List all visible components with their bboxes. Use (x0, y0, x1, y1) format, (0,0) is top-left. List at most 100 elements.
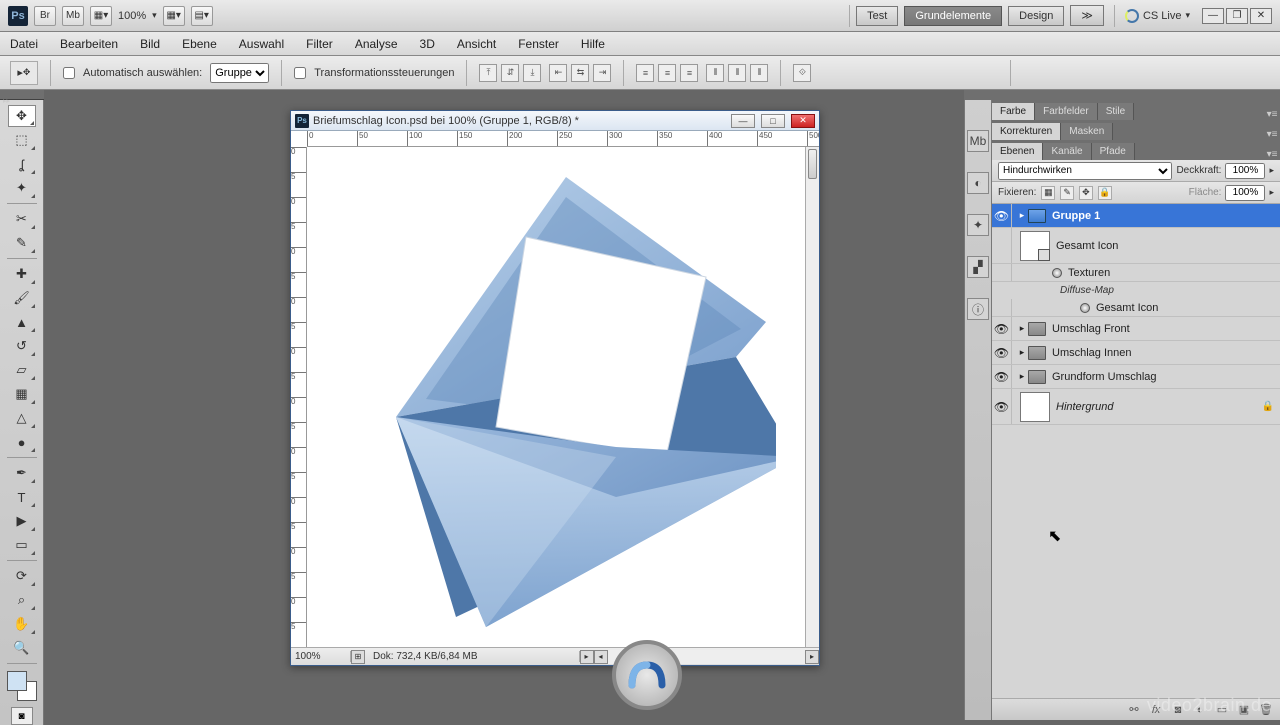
tab-korrekturen[interactable]: Korrekturen (992, 123, 1061, 140)
lock-brush-icon[interactable]: ✎ (1060, 186, 1074, 200)
menu-hilfe[interactable]: Hilfe (577, 35, 609, 53)
crop-tool[interactable]: ✂ (8, 208, 36, 230)
align-hcenter-icon[interactable]: ⇆ (571, 64, 589, 82)
lock-all-icon[interactable]: 🔒 (1098, 186, 1112, 200)
lock-pixels-icon[interactable]: ▦ (1041, 186, 1055, 200)
tab-kanaele[interactable]: Kanäle (1043, 143, 1091, 160)
scroll-right-button[interactable]: ▸ (805, 650, 819, 664)
navigator-panel-icon[interactable]: ✦ (967, 214, 989, 236)
cslive-button[interactable]: CS Live▾ (1125, 9, 1190, 23)
visibility-toggle[interactable] (992, 228, 1012, 263)
layer-thumbnail[interactable] (1020, 231, 1050, 261)
link-layers-icon[interactable]: ⚯ (1126, 702, 1142, 718)
fill-input[interactable] (1225, 185, 1265, 201)
layer-thumbnail[interactable] (1020, 392, 1050, 422)
transform-controls-checkbox[interactable] (294, 67, 306, 79)
minibridge-panel-icon[interactable]: Mb (967, 130, 989, 152)
visibility-toggle[interactable] (992, 299, 1012, 316)
tab-ebenen[interactable]: Ebenen (992, 143, 1043, 160)
auto-align-icon[interactable]: ⟐ (793, 64, 811, 82)
pen-tool[interactable]: ✒ (8, 462, 36, 484)
window-close-button[interactable]: ✕ (1250, 8, 1272, 24)
type-tool[interactable]: T (8, 486, 36, 508)
layer-gesamt-icon-sub[interactable]: Gesamt Icon (992, 299, 1280, 317)
move-tool-preset-icon[interactable]: ▸✥ (10, 61, 38, 85)
window-minimize-button[interactable]: — (1202, 8, 1224, 24)
fill-flyout-icon[interactable]: ▸ (1269, 187, 1274, 198)
dist-top-icon[interactable]: ≡ (636, 64, 654, 82)
window-restore-button[interactable]: ❐ (1226, 8, 1248, 24)
menu-datei[interactable]: Datei (6, 35, 42, 53)
zoom-display[interactable]: 100% (118, 10, 146, 22)
stamp-tool[interactable]: ▲ (8, 311, 36, 333)
visibility-toggle[interactable]: 👁 (992, 204, 1012, 227)
eyedropper-tool[interactable]: ✎ (8, 232, 36, 254)
menu-fenster[interactable]: Fenster (514, 35, 563, 53)
panel-group1-menu-icon[interactable]: ▾≡ (1264, 109, 1280, 120)
menu-analyse[interactable]: Analyse (351, 35, 402, 53)
layer-hintergrund[interactable]: 👁 Hintergrund 🔒 (992, 389, 1280, 425)
status-menu-icon[interactable]: ⊞ (351, 650, 365, 664)
vertical-scrollbar[interactable] (805, 147, 819, 647)
toolbox-header[interactable] (0, 90, 44, 100)
menu-filter[interactable]: Filter (302, 35, 337, 53)
visibility-toggle[interactable]: 👁 (992, 365, 1012, 388)
opacity-input[interactable] (1225, 163, 1265, 179)
layer-gesamt-icon[interactable]: Gesamt Icon (992, 228, 1280, 264)
align-vcenter-icon[interactable]: ⇵ (501, 64, 519, 82)
blur-tool[interactable]: △ (8, 407, 36, 429)
expand-arrow-icon[interactable]: ▸ (1016, 210, 1028, 221)
workspace-more[interactable]: ≫ (1070, 5, 1104, 26)
hand-tool[interactable]: ✋ (8, 613, 36, 635)
doc-close-button[interactable]: ✕ (791, 114, 815, 128)
doc-maximize-button[interactable]: □ (761, 114, 785, 128)
adjustments-panel-icon[interactable]: ◐ (967, 172, 989, 194)
eraser-tool[interactable]: ▱ (8, 359, 36, 381)
tab-stile[interactable]: Stile (1098, 103, 1134, 120)
dist-hcenter-icon[interactable]: ⦀ (728, 64, 746, 82)
view-arrange-button[interactable]: ▦▾ (90, 6, 112, 26)
expand-arrow-icon[interactable]: ▸ (1016, 323, 1028, 334)
layer-umschlag-front[interactable]: 👁 ▸ Umschlag Front (992, 317, 1280, 341)
menu-3d[interactable]: 3D (416, 35, 439, 53)
history-brush-tool[interactable]: ↺ (8, 335, 36, 357)
doc-size-info[interactable]: Dok: 732,4 KB/6,84 MB (365, 651, 580, 662)
dist-bottom-icon[interactable]: ≡ (680, 64, 698, 82)
dodge-tool[interactable]: ● (8, 431, 36, 453)
shape-tool[interactable]: ▭ (8, 534, 36, 556)
dist-left-icon[interactable]: ⦀ (706, 64, 724, 82)
layer-grundform[interactable]: 👁 ▸ Grundform Umschlag (992, 365, 1280, 389)
bridge-button[interactable]: Br (34, 6, 56, 26)
healing-brush-tool[interactable]: ✚ (8, 263, 36, 285)
align-left-icon[interactable]: ⇤ (549, 64, 567, 82)
tab-masken[interactable]: Masken (1061, 123, 1113, 140)
info-panel-icon[interactable]: ⓘ (967, 298, 989, 320)
tab-farbfelder[interactable]: Farbfelder (1035, 103, 1098, 120)
minibridge-button[interactable]: Mb (62, 6, 84, 26)
quickmask-toggle[interactable]: ◙ (11, 707, 33, 725)
visibility-toggle[interactable]: 👁 (992, 341, 1012, 364)
color-swatches[interactable] (7, 671, 37, 701)
menu-ebene[interactable]: Ebene (178, 35, 221, 53)
status-arrow-icon[interactable]: ▸ (580, 650, 594, 664)
doc-minimize-button[interactable]: — (731, 114, 755, 128)
marquee-tool[interactable]: ⬚ (8, 129, 36, 151)
workspace-test[interactable]: Test (856, 6, 898, 26)
path-select-tool[interactable]: ▶ (8, 510, 36, 532)
foreground-color-swatch[interactable] (7, 671, 27, 691)
lock-move-icon[interactable]: ✥ (1079, 186, 1093, 200)
align-bottom-icon[interactable]: ⤓ (523, 64, 541, 82)
zoom-field[interactable]: 100% (291, 651, 351, 662)
dist-vcenter-icon[interactable]: ≡ (658, 64, 676, 82)
tab-farbe[interactable]: Farbe (992, 103, 1035, 120)
layer-texturen-row[interactable]: Texturen (992, 264, 1280, 282)
auto-select-dropdown[interactable]: Gruppe (210, 63, 269, 83)
align-right-icon[interactable]: ⇥ (593, 64, 611, 82)
menu-bild[interactable]: Bild (136, 35, 164, 53)
layer-diffuse-map[interactable]: Diffuse-Map (992, 282, 1280, 299)
visibility-toggle[interactable] (992, 264, 1012, 281)
expand-arrow-icon[interactable]: ▸ (1016, 371, 1028, 382)
zoom-tool[interactable]: 🔍 (8, 637, 36, 659)
panel-group3-menu-icon[interactable]: ▾≡ (1264, 149, 1280, 160)
canvas[interactable] (307, 147, 805, 647)
